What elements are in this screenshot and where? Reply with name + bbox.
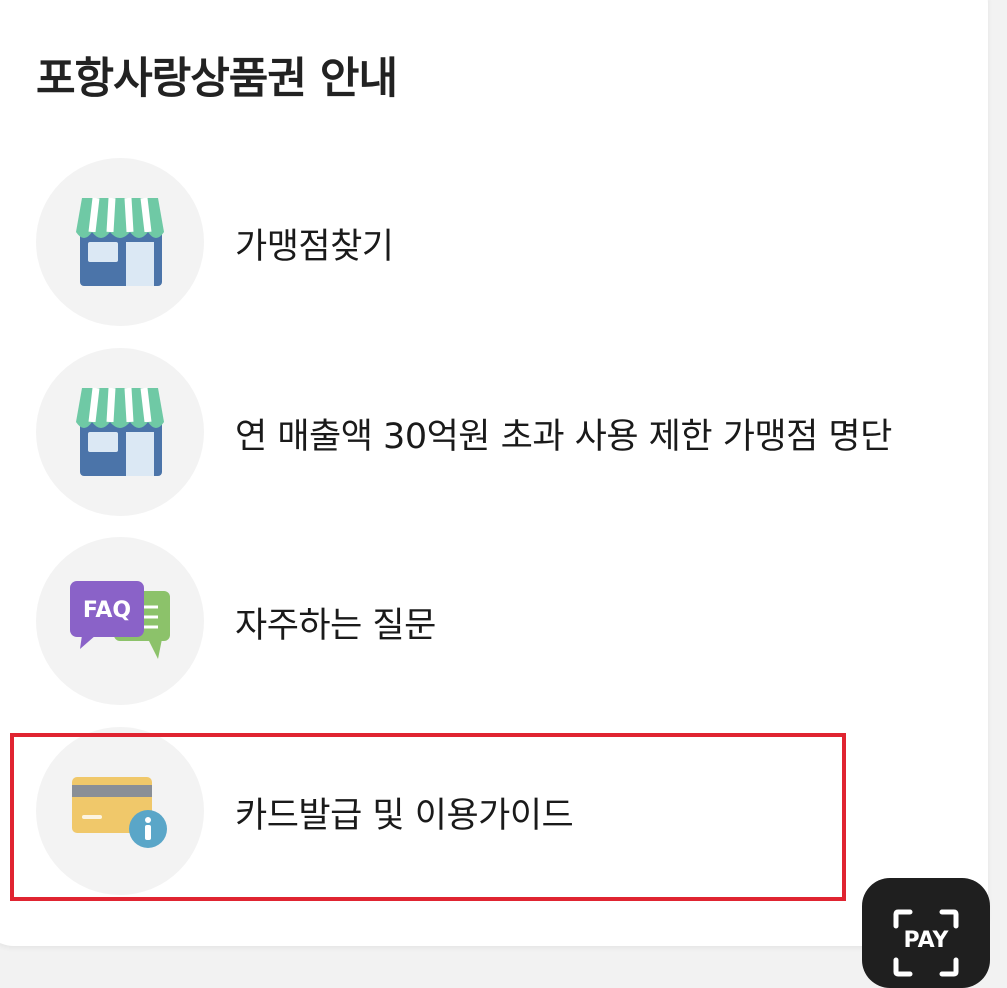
card-info-icon [36, 727, 204, 895]
menu-item-restricted-stores[interactable]: 연 매출액 30억원 초과 사용 제한 가맹점 명단 [0, 348, 1000, 518]
svg-text:FAQ: FAQ [83, 598, 131, 623]
store-icon [36, 348, 204, 516]
menu-item-store-finder[interactable]: 가맹점찾기 [0, 158, 1000, 328]
page-title: 포항사랑상품권 안내 [36, 54, 398, 104]
menu-item-card-guide[interactable]: 카드발급 및 이용가이드 [0, 727, 1000, 897]
menu-item-label: 가맹점찾기 [235, 227, 394, 267]
menu-item-label: 카드발급 및 이용가이드 [235, 796, 574, 836]
menu-item-label: 자주하는 질문 [235, 606, 436, 646]
menu-item-label: 연 매출액 30억원 초과 사용 제한 가맹점 명단 [235, 417, 892, 457]
store-icon [36, 158, 204, 326]
menu-item-faq[interactable]: FAQ 자주하는 질문 [0, 537, 1000, 707]
faq-icon: FAQ [36, 537, 204, 705]
pay-label: PAY [903, 928, 949, 953]
pay-button[interactable]: PAY [862, 878, 990, 988]
